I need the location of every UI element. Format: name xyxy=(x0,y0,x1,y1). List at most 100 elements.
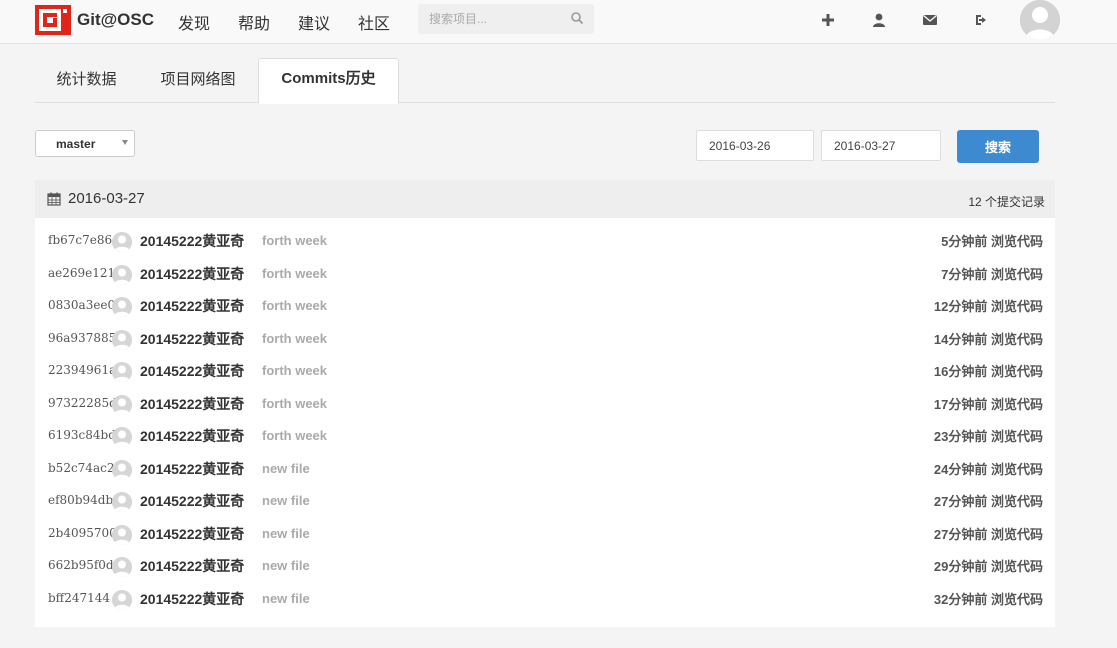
commit-time-and-browse: 24分钟前 浏览代码 xyxy=(934,459,1043,478)
nav-link-community[interactable]: 社区 xyxy=(358,10,390,34)
plus-icon[interactable] xyxy=(820,12,836,28)
calendar-icon xyxy=(47,192,61,206)
date-from-input[interactable] xyxy=(696,130,814,161)
browse-code-link[interactable]: 浏览代码 xyxy=(991,429,1043,444)
browse-code-link[interactable]: 浏览代码 xyxy=(991,332,1043,347)
commit-author-avatar[interactable] xyxy=(112,459,132,480)
commit-sha-link[interactable]: bff247144 xyxy=(48,591,110,605)
commit-author-avatar[interactable] xyxy=(112,524,132,545)
browse-code-link[interactable]: 浏览代码 xyxy=(991,267,1043,282)
commit-sha-link[interactable]: fb67c7e86 xyxy=(48,233,112,247)
tab-statistics[interactable]: 统计数据 xyxy=(35,58,138,102)
commit-time: 16分钟前 xyxy=(933,364,988,379)
commit-author-link[interactable]: 20145222黄亚奇 xyxy=(140,426,244,446)
commit-time: 27分钟前 xyxy=(933,526,988,542)
sign-out-icon[interactable] xyxy=(974,12,990,28)
nav-link-suggest[interactable]: 建议 xyxy=(298,10,330,34)
commit-author-avatar[interactable] xyxy=(112,589,132,610)
commit-message-link[interactable]: forth week xyxy=(262,363,327,378)
commit-author-link[interactable]: 20145222黄亚奇 xyxy=(140,589,244,609)
commit-author-avatar[interactable] xyxy=(112,297,132,317)
caret-down-icon xyxy=(122,140,128,145)
tab-commits-history[interactable]: Commits历史 xyxy=(258,58,399,104)
commit-message-link[interactable]: new file xyxy=(262,558,310,573)
commit-sha-link[interactable]: 22394961a xyxy=(48,363,116,377)
brand-name[interactable]: Git@OSC xyxy=(77,10,154,30)
commit-author-link[interactable]: 20145222黄亚奇 xyxy=(140,394,244,414)
commit-message-link[interactable]: new file xyxy=(262,526,310,541)
commit-time-and-browse: 17分钟前 浏览代码 xyxy=(934,394,1043,413)
commit-sha-link[interactable]: 6193c84bd xyxy=(48,428,116,442)
top-navbar: Git@OSC 发现 帮助 建议 社区 xyxy=(0,0,1117,44)
project-search xyxy=(418,4,594,34)
commit-author-link[interactable]: 20145222黄亚奇 xyxy=(140,556,244,576)
commit-author-avatar[interactable] xyxy=(112,329,132,350)
commit-message-link[interactable]: forth week xyxy=(262,266,327,281)
nav-link-discover[interactable]: 发现 xyxy=(178,10,210,34)
commit-time: 32分钟前 xyxy=(933,591,988,607)
commit-message-link[interactable]: forth week xyxy=(262,331,327,346)
date-to-input[interactable] xyxy=(821,130,941,161)
commit-sha-link[interactable]: 2b4095700 xyxy=(48,526,117,540)
commit-message-link[interactable]: forth week xyxy=(262,298,327,313)
commit-time: 14分钟前 xyxy=(933,331,988,347)
commit-author-avatar[interactable] xyxy=(112,394,132,415)
commit-message-link[interactable]: new file xyxy=(262,591,310,606)
commit-row: fb67c7e86 20145222黄亚奇 forth week 5分钟前 浏览代码 xyxy=(35,226,1055,258)
commit-author-avatar[interactable] xyxy=(112,427,132,447)
commit-message-link[interactable]: new file xyxy=(262,461,310,476)
commit-sha-link[interactable]: 97322285d xyxy=(48,396,117,410)
envelope-icon[interactable] xyxy=(922,12,938,28)
commit-author-link[interactable]: 20145222黄亚奇 xyxy=(140,361,244,381)
commit-author-avatar[interactable] xyxy=(112,492,132,512)
commit-author-link[interactable]: 20145222黄亚奇 xyxy=(140,459,244,479)
commit-author-avatar[interactable] xyxy=(112,362,132,382)
commit-message-link[interactable]: forth week xyxy=(262,396,327,411)
commit-author-link[interactable]: 20145222黄亚奇 xyxy=(140,231,244,251)
commit-message-link[interactable]: forth week xyxy=(262,428,327,443)
commit-author-link[interactable]: 20145222黄亚奇 xyxy=(140,296,244,316)
search-icon[interactable] xyxy=(570,11,584,25)
user-icon[interactable] xyxy=(871,12,887,28)
commit-message-link[interactable]: forth week xyxy=(262,233,327,248)
browse-code-link[interactable]: 浏览代码 xyxy=(991,527,1043,542)
gitosc-logo-icon[interactable] xyxy=(35,5,71,35)
commit-message-link[interactable]: new file xyxy=(262,493,310,508)
commit-sha-link[interactable]: 662b95f0d xyxy=(48,558,114,572)
commit-author-link[interactable]: 20145222黄亚奇 xyxy=(140,524,244,544)
commit-author-link[interactable]: 20145222黄亚奇 xyxy=(140,491,244,511)
commit-sha-link[interactable]: ae269e121 xyxy=(48,266,115,280)
browse-code-link[interactable]: 浏览代码 xyxy=(991,397,1043,412)
day-date: 2016-03-27 xyxy=(68,190,145,207)
commit-row: ef80b94db 20145222黄亚奇 new file 27分钟前 浏览代码 xyxy=(35,486,1055,518)
commit-time: 17分钟前 xyxy=(933,396,988,412)
browse-code-link[interactable]: 浏览代码 xyxy=(991,592,1043,607)
commit-sha-link[interactable]: b52c74ac2 xyxy=(48,461,114,475)
commit-sha-link[interactable]: 0830a3ee0 xyxy=(48,298,115,312)
commit-time: 12分钟前 xyxy=(933,299,988,314)
commit-time-and-browse: 16分钟前 浏览代码 xyxy=(934,361,1043,380)
commit-row: 662b95f0d 20145222黄亚奇 new file 29分钟前 浏览代码 xyxy=(35,551,1055,583)
user-avatar[interactable] xyxy=(1020,0,1060,40)
commit-author-avatar[interactable] xyxy=(112,557,132,577)
nav-link-help[interactable]: 帮助 xyxy=(238,10,270,34)
commit-time-and-browse: 14分钟前 浏览代码 xyxy=(934,329,1043,348)
browse-code-link[interactable]: 浏览代码 xyxy=(991,462,1043,477)
browse-code-link[interactable]: 浏览代码 xyxy=(991,364,1043,379)
commit-time-and-browse: 23分钟前 浏览代码 xyxy=(934,426,1043,445)
commit-row: b52c74ac2 20145222黄亚奇 new file 24分钟前 浏览代码 xyxy=(35,454,1055,486)
browse-code-link[interactable]: 浏览代码 xyxy=(991,299,1043,314)
browse-code-link[interactable]: 浏览代码 xyxy=(991,559,1043,574)
browse-code-link[interactable]: 浏览代码 xyxy=(991,234,1043,249)
tab-network-graph[interactable]: 项目网络图 xyxy=(147,58,249,102)
branch-select[interactable]: master xyxy=(35,130,135,157)
project-search-input[interactable] xyxy=(418,4,569,34)
commit-author-link[interactable]: 20145222黄亚奇 xyxy=(140,264,244,284)
commit-author-avatar[interactable] xyxy=(112,264,132,285)
commit-sha-link[interactable]: 96a937885 xyxy=(48,331,116,345)
browse-code-link[interactable]: 浏览代码 xyxy=(991,494,1043,509)
commit-author-link[interactable]: 20145222黄亚奇 xyxy=(140,329,244,349)
commit-sha-link[interactable]: ef80b94db xyxy=(48,493,113,507)
search-button[interactable]: 搜索 xyxy=(957,130,1039,163)
commit-author-avatar[interactable] xyxy=(112,232,132,252)
